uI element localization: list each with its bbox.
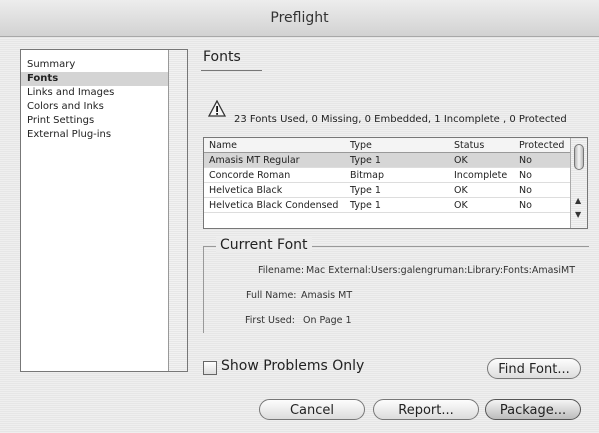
fonts-summary: 23 Fonts Used, 0 Missing, 0 Embedded, 1 … [234, 114, 567, 125]
font-status: OK [454, 155, 468, 166]
font-protected: No [519, 155, 532, 166]
filename-value: Mac External:Users:galengruman:Library:F… [306, 265, 576, 276]
sidebar-scrollbar[interactable] [168, 50, 187, 371]
fonts-table: Name Type Status Protected Amasis MT Reg… [203, 137, 588, 229]
sidebar-item-summary[interactable]: Summary [21, 58, 169, 72]
filename-label: Filename: [258, 265, 305, 276]
column-header-status[interactable]: Status [454, 138, 484, 153]
first-used-label: First Used: [245, 315, 295, 326]
table-row[interactable]: Helvetica Black Condensed Type 1 OK No [204, 198, 570, 213]
package-button[interactable]: Package... [485, 399, 581, 420]
first-used-value: On Page 1 [303, 315, 352, 326]
sidebar-item-colors-and-inks[interactable]: Colors and Inks [21, 100, 169, 114]
sidebar-item-external-plug-ins[interactable]: External Plug-ins [21, 128, 169, 142]
font-status: OK [454, 185, 468, 196]
font-status: Incomplete [454, 170, 508, 181]
font-protected: No [519, 170, 532, 181]
window-title: Preflight [0, 0, 599, 37]
section-title: Fonts [203, 49, 241, 65]
font-type: Type 1 [350, 155, 381, 166]
report-button[interactable]: Report... [373, 399, 479, 420]
scroll-down-icon[interactable]: ▼ [575, 210, 581, 219]
font-name: Helvetica Black [209, 185, 283, 196]
column-header-protected[interactable]: Protected [519, 138, 564, 153]
font-name: Helvetica Black Condensed [209, 200, 339, 211]
current-font-title: Current Font [216, 237, 312, 253]
font-type: Type 1 [350, 200, 381, 211]
section-divider [201, 70, 262, 71]
table-row[interactable]: Amasis MT Regular Type 1 OK No [204, 153, 570, 168]
table-header: Name Type Status Protected [204, 138, 570, 153]
show-problems-label[interactable]: Show Problems Only [221, 358, 364, 374]
sidebar-item-fonts[interactable]: Fonts [21, 72, 169, 86]
sidebar-list: Summary Fonts Links and Images Colors an… [21, 50, 169, 371]
column-header-type[interactable]: Type [350, 138, 372, 153]
full-name-label: Full Name: [246, 290, 297, 301]
cancel-button[interactable]: Cancel [259, 399, 365, 420]
sidebar: Summary Fonts Links and Images Colors an… [20, 49, 188, 372]
column-header-name[interactable]: Name [209, 138, 237, 153]
font-protected: No [519, 185, 532, 196]
table-scrollbar[interactable]: ▲ ▼ [570, 138, 587, 228]
font-status: OK [454, 200, 468, 211]
find-font-button[interactable]: Find Font... [487, 358, 581, 379]
full-name-value: Amasis MT [301, 290, 353, 301]
scroll-up-icon[interactable]: ▲ [575, 196, 581, 205]
table-row[interactable]: Concorde Roman Bitmap Incomplete No [204, 168, 570, 183]
warning-icon [208, 100, 226, 117]
font-name: Amasis MT Regular [209, 155, 300, 166]
font-type: Bitmap [350, 170, 384, 181]
font-protected: No [519, 200, 532, 211]
sidebar-item-links-and-images[interactable]: Links and Images [21, 86, 169, 100]
scroll-thumb[interactable] [574, 144, 584, 170]
font-type: Type 1 [350, 185, 381, 196]
font-name: Concorde Roman [209, 170, 291, 181]
sidebar-item-print-settings[interactable]: Print Settings [21, 114, 169, 128]
show-problems-checkbox[interactable] [203, 361, 217, 375]
table-row[interactable]: Helvetica Black Type 1 OK No [204, 183, 570, 198]
